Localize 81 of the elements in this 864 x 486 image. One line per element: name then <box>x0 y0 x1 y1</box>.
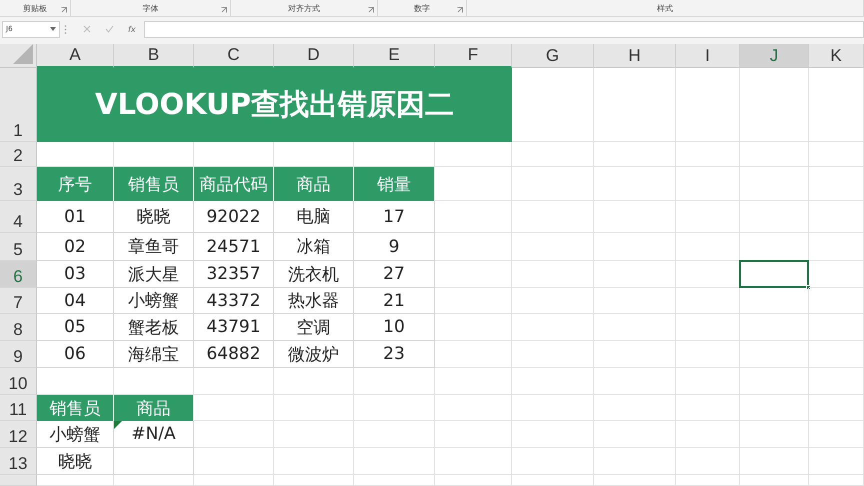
ribbon-group-label: 对齐方式 <box>288 4 320 14</box>
table-cell: 蟹老板 <box>114 314 194 341</box>
table-cell: 06 <box>37 341 114 368</box>
table-cell: 24571 <box>194 233 274 261</box>
row-header[interactable]: 13 <box>0 448 37 475</box>
row-header[interactable]: 7 <box>0 288 37 314</box>
ribbon-group-label: 样式 <box>657 4 673 14</box>
column-header[interactable]: J <box>740 44 809 68</box>
row-header[interactable]: 3 <box>0 167 37 201</box>
table-cell: 小螃蟹 <box>37 421 114 448</box>
column-header[interactable]: K <box>809 44 864 68</box>
table-header-cell: 销售员 <box>37 395 114 421</box>
table-cell: 02 <box>37 233 114 261</box>
table-cell: 17 <box>354 201 435 233</box>
table-cell: 晓晓 <box>114 201 194 233</box>
dialog-launcher-icon[interactable] <box>61 7 67 13</box>
table-cell: 晓晓 <box>37 448 114 475</box>
table-header-cell: 销量 <box>354 167 435 201</box>
sheet-title: VLOOKUP查找出错原因二 <box>37 68 512 142</box>
table-cell: 冰箱 <box>274 233 354 261</box>
table-header-cell: 商品 <box>274 167 354 201</box>
table-cell: 04 <box>37 288 114 314</box>
dialog-launcher-icon[interactable] <box>368 7 374 13</box>
row-header[interactable]: 1 <box>0 68 37 142</box>
table-cell: 05 <box>37 314 114 341</box>
table-cell: 洗衣机 <box>274 261 354 288</box>
formula-input[interactable] <box>144 20 864 38</box>
row-header[interactable]: 4 <box>0 201 37 233</box>
column-header[interactable]: A <box>37 44 114 68</box>
row-header[interactable]: 11 <box>0 395 37 421</box>
table-cell: #N/A <box>114 421 194 448</box>
ribbon-group-label: 剪贴板 <box>23 4 47 14</box>
table-cell: 23 <box>354 341 435 368</box>
table-header-cell: 销售员 <box>114 167 194 201</box>
table-cell: 章鱼哥 <box>114 233 194 261</box>
column-header[interactable]: I <box>676 44 740 68</box>
table-cell: 9 <box>354 233 435 261</box>
enter-icon[interactable] <box>105 25 114 33</box>
table-header-cell: 商品代码 <box>194 167 274 201</box>
table-cell: 热水器 <box>274 288 354 314</box>
table-cell: 32357 <box>194 261 274 288</box>
table-cell: 21 <box>354 288 435 314</box>
table-cell: 海绵宝 <box>114 341 194 368</box>
table-cell: 43791 <box>194 314 274 341</box>
dialog-launcher-icon[interactable] <box>457 7 463 13</box>
row-header[interactable]: 12 <box>0 421 37 448</box>
row-header[interactable]: 5 <box>0 233 37 261</box>
table-cell: 微波炉 <box>274 341 354 368</box>
column-header[interactable]: E <box>354 44 435 68</box>
row-header[interactable]: 6 <box>0 261 37 288</box>
row-header[interactable]: 8 <box>0 314 37 341</box>
table-cell: 派大星 <box>114 261 194 288</box>
table-cell: 92022 <box>194 201 274 233</box>
table-cell: 空调 <box>274 314 354 341</box>
table-cell: 64882 <box>194 341 274 368</box>
table-cell: 10 <box>354 314 435 341</box>
dialog-launcher-icon[interactable] <box>221 7 227 13</box>
column-header[interactable]: D <box>274 44 354 68</box>
grip-icon <box>64 24 67 34</box>
table-cell: 03 <box>37 261 114 288</box>
ribbon-group-label: 字体 <box>142 4 158 14</box>
column-header[interactable]: F <box>435 44 512 68</box>
column-header[interactable]: G <box>512 44 594 68</box>
table-cell: 小螃蟹 <box>114 288 194 314</box>
dropdown-icon <box>50 27 56 31</box>
row-header[interactable]: 9 <box>0 341 37 368</box>
table-cell: 27 <box>354 261 435 288</box>
row-header[interactable]: 2 <box>0 142 37 167</box>
column-header[interactable]: H <box>594 44 676 68</box>
table-header-cell: 序号 <box>37 167 114 201</box>
column-header[interactable]: B <box>114 44 194 68</box>
table-cell: 01 <box>37 201 114 233</box>
row-header[interactable]: 10 <box>0 368 37 395</box>
column-header[interactable]: C <box>194 44 274 68</box>
table-header-cell: 商品 <box>114 395 194 421</box>
insert-function-button[interactable]: fx <box>128 24 140 34</box>
ribbon-group-label: 数字 <box>414 4 430 14</box>
row-header[interactable] <box>0 475 37 486</box>
table-cell: 43372 <box>194 288 274 314</box>
cancel-icon[interactable] <box>83 25 91 33</box>
table-cell: 电脑 <box>274 201 354 233</box>
